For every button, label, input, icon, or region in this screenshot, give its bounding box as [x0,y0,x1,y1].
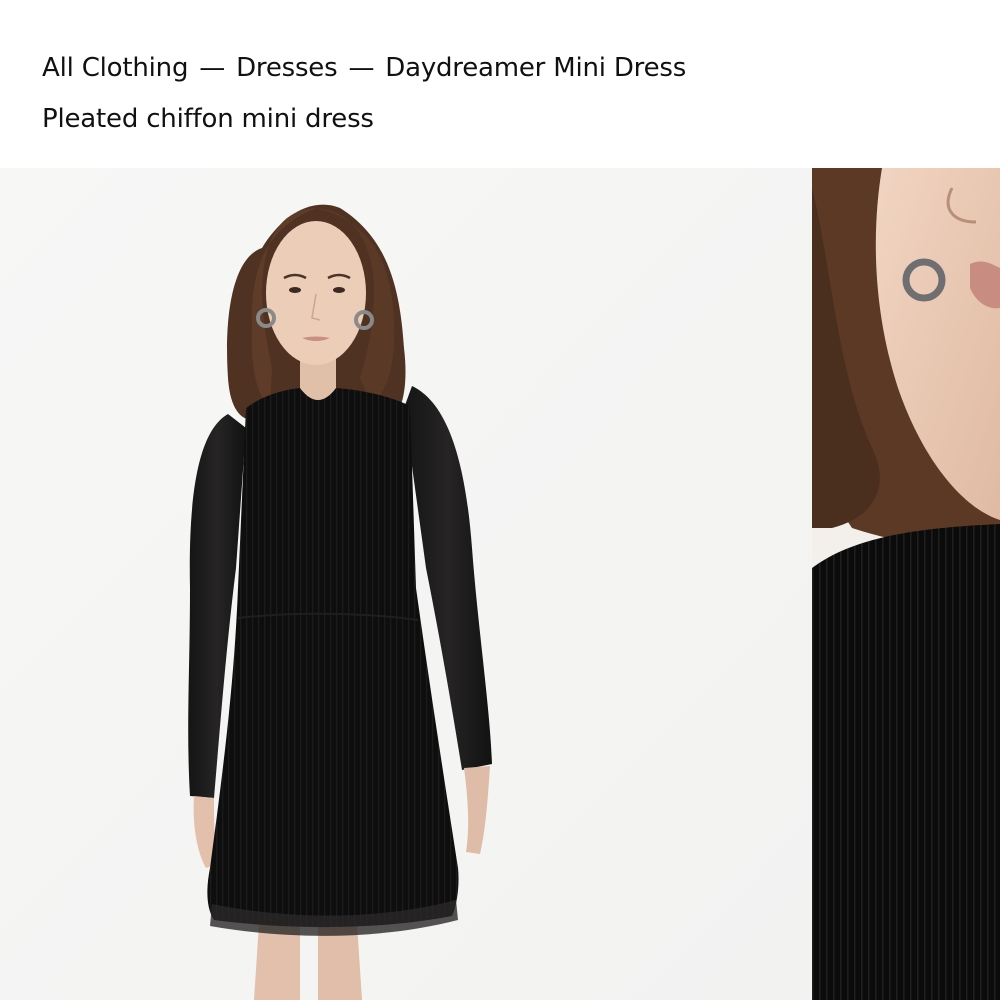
breadcrumb-separator: — [348,53,375,83]
product-image-detail[interactable] [812,168,1000,1000]
breadcrumb-item-all-clothing[interactable]: All Clothing [42,53,188,83]
model-front-illustration [0,168,812,1000]
product-image-main[interactable] [0,168,812,1000]
breadcrumb: All Clothing — Dresses — Daydreamer Mini Dre… [42,50,686,86]
product-image-gallery [0,168,1000,1000]
product-subtitle: Pleated chiffon mini dress [42,104,374,134]
model-closeup-illustration [812,168,1000,1000]
breadcrumb-item-current: Daydreamer Mini Dress [385,53,687,83]
breadcrumb-item-dresses[interactable]: Dresses [236,53,338,83]
breadcrumb-separator: — [199,53,226,83]
page-header: All Clothing — Dresses — Daydreamer Mini Dre… [0,0,1000,168]
